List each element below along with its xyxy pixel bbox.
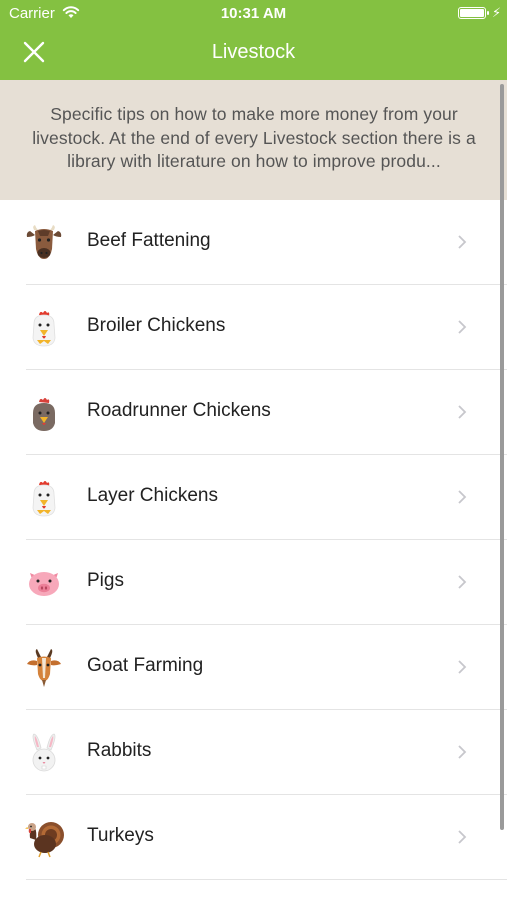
list-item-label: Turkeys bbox=[87, 825, 154, 846]
divider bbox=[26, 879, 507, 880]
chevron-right-icon bbox=[458, 660, 467, 674]
battery-icon bbox=[458, 7, 489, 19]
chevron-right-icon bbox=[458, 575, 467, 589]
list-item-label: Goat Farming bbox=[87, 655, 204, 676]
list-item-label: Pigs bbox=[87, 570, 124, 591]
pig-icon bbox=[29, 572, 59, 596]
scrollbar[interactable] bbox=[500, 84, 504, 830]
nav-header: Carrier 10:31 AM ⚡ Livestock bbox=[0, 0, 507, 80]
list-item-label: Broiler Chickens bbox=[87, 315, 226, 336]
list-item-rabbits[interactable]: Rabbits bbox=[0, 710, 507, 795]
chevron-right-icon bbox=[458, 490, 467, 504]
list-item-roadrunner-chickens[interactable]: Roadrunner Chickens bbox=[0, 370, 507, 455]
brown-chicken-icon bbox=[33, 398, 55, 431]
livestock-list: Beef Fattening Broiler Chickens Roadrunn… bbox=[0, 200, 507, 880]
clock: 10:31 AM bbox=[220, 5, 287, 22]
white-chicken-icon bbox=[32, 481, 56, 517]
cow-icon bbox=[26, 225, 62, 259]
list-item-pigs[interactable]: Pigs bbox=[0, 540, 507, 625]
chevron-right-icon bbox=[458, 235, 467, 249]
list-item-beef-fattening[interactable]: Beef Fattening bbox=[0, 200, 507, 285]
chevron-right-icon bbox=[458, 830, 467, 844]
rabbit-icon bbox=[32, 733, 56, 772]
chevron-right-icon bbox=[458, 405, 467, 419]
list-item-label: Layer Chickens bbox=[87, 485, 218, 506]
page-title: Livestock bbox=[211, 41, 296, 63]
white-chicken-icon bbox=[32, 311, 56, 347]
list-item-goat-farming[interactable]: Goat Farming bbox=[0, 625, 507, 710]
list-item-label: Beef Fattening bbox=[87, 230, 211, 251]
status-bar: Carrier 10:31 AM ⚡ bbox=[0, 0, 507, 28]
list-item-layer-chickens[interactable]: Layer Chickens bbox=[0, 455, 507, 540]
turkey-icon bbox=[25, 822, 64, 858]
charging-icon: ⚡ bbox=[492, 5, 502, 20]
intro-text: Specific tips on how to make more money … bbox=[0, 80, 507, 200]
list-item-broiler-chickens[interactable]: Broiler Chickens bbox=[0, 285, 507, 370]
list-item-turkeys[interactable]: Turkeys bbox=[0, 795, 507, 880]
list-item-label: Rabbits bbox=[87, 740, 152, 761]
chevron-right-icon bbox=[458, 745, 467, 759]
goat-icon bbox=[27, 649, 61, 687]
list-item-label: Roadrunner Chickens bbox=[87, 400, 271, 421]
chevron-right-icon bbox=[458, 320, 467, 334]
